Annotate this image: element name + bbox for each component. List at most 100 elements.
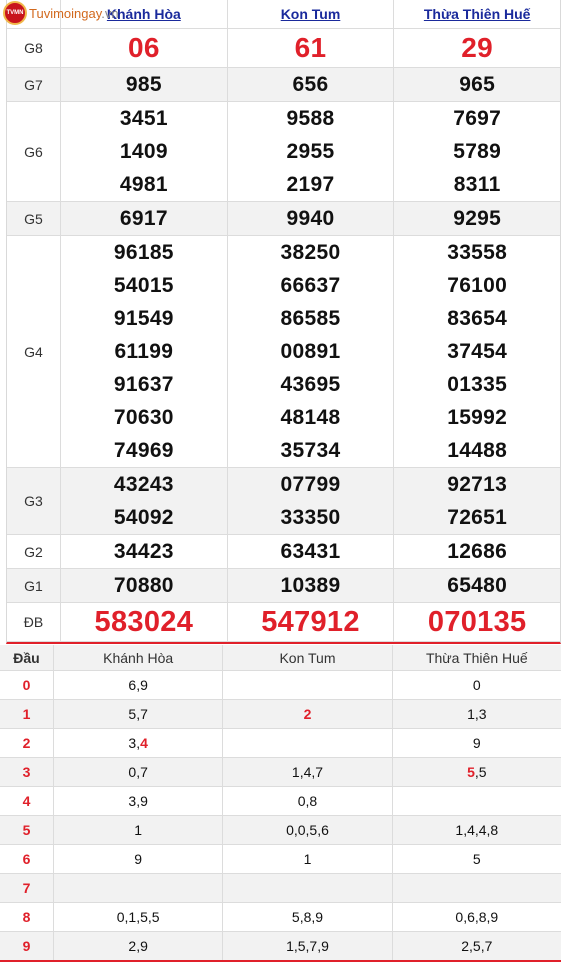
prize-number: 2955 bbox=[286, 140, 335, 163]
dau-value: 0,6,8,9 bbox=[455, 909, 499, 925]
prize-number: 48148 bbox=[280, 406, 341, 429]
prize-number: 15992 bbox=[447, 406, 508, 429]
prize-cell: 92713 72651 bbox=[394, 468, 560, 534]
dau-value: 0,8 bbox=[223, 787, 393, 815]
dau-value: 1 bbox=[54, 816, 224, 844]
prize-number: 74969 bbox=[113, 439, 174, 462]
dau-value bbox=[223, 671, 393, 699]
dau-value: 5,5 bbox=[467, 764, 487, 780]
prize-cell: 9940 bbox=[228, 202, 395, 235]
dau-key: 9 bbox=[0, 932, 54, 960]
prize-cell: 34423 bbox=[61, 535, 228, 568]
prize-label: G4 bbox=[7, 236, 61, 467]
dau-row-6: 691 5 bbox=[0, 845, 561, 874]
dau-value: 1,4,4,8 bbox=[455, 822, 499, 838]
prize-number: 70630 bbox=[113, 406, 174, 429]
dau-row-1: 1 5,7 2 1,3 bbox=[0, 700, 561, 729]
dau-value: 1,4,7 bbox=[223, 758, 393, 786]
prize-number: 29 bbox=[461, 32, 494, 63]
prize-number: 92713 bbox=[447, 473, 508, 496]
dau-row-2: 23,49 bbox=[0, 729, 561, 758]
prize-number: 35734 bbox=[280, 439, 341, 462]
prize-number: 91637 bbox=[113, 373, 174, 396]
prize-number: 7697 bbox=[453, 107, 502, 130]
prize-number: 91549 bbox=[113, 307, 174, 330]
prize-number: 33350 bbox=[280, 506, 341, 529]
prize-row-g8: G8 06 61 29 bbox=[7, 29, 560, 68]
prize-label: G1 bbox=[7, 569, 61, 602]
dau-value: 5,7 bbox=[54, 700, 224, 728]
prize-number: 37454 bbox=[447, 340, 508, 363]
prize-cell: 06 bbox=[61, 29, 228, 67]
prize-number: 547912 bbox=[261, 606, 360, 638]
prize-number: 43695 bbox=[280, 373, 341, 396]
prize-number: 070135 bbox=[427, 606, 527, 638]
prize-row-g4: G4 96185 54015 91549 61199 91637 70630 74969 382… bbox=[7, 236, 560, 468]
dau-value bbox=[54, 874, 224, 902]
dau-key: 8 bbox=[0, 903, 54, 931]
prize-cell: 63431 bbox=[228, 535, 395, 568]
dau-key: 7 bbox=[0, 874, 54, 902]
prize-cell: 547912 bbox=[228, 603, 395, 641]
prize-row-g3: G3 43243 54092 07799 33350 92713 72651 bbox=[7, 468, 560, 535]
dau-value: 2,5,7 bbox=[461, 938, 493, 954]
prize-number: 63431 bbox=[280, 540, 341, 563]
prize-number: 9940 bbox=[286, 207, 335, 230]
prize-label: G7 bbox=[7, 68, 61, 101]
prize-number: 4981 bbox=[119, 173, 168, 196]
dau-value: 9 bbox=[54, 845, 224, 873]
prize-number: 54092 bbox=[113, 506, 174, 529]
province-link-kon-tum[interactable]: Kon Tum bbox=[281, 6, 341, 22]
dau-value: 0,0,5,6 bbox=[223, 816, 393, 844]
dau-value: 0 bbox=[472, 677, 481, 693]
prize-row-g6: G6 3451 1409 4981 9588 2955 2197 7697 5789 8311 bbox=[7, 102, 560, 202]
prize-label: G8 bbox=[7, 29, 61, 67]
prize-number: 33558 bbox=[447, 241, 508, 264]
logo-badge-icon: TVMN bbox=[3, 1, 27, 25]
logo-text: Tuvimoingay.vn bbox=[29, 5, 119, 21]
prize-cell: 38250 66637 86585 00891 43695 48148 35734 bbox=[228, 236, 395, 467]
site-logo[interactable]: TVMN Tuvimoingay.vn bbox=[3, 1, 119, 25]
prize-number: 43243 bbox=[113, 473, 174, 496]
dau-key: 0 bbox=[0, 671, 54, 699]
dau-value bbox=[223, 874, 393, 902]
prize-number: 83654 bbox=[447, 307, 508, 330]
prize-number: 34423 bbox=[113, 540, 174, 563]
prize-label: G6 bbox=[7, 102, 61, 201]
prize-label: G3 bbox=[7, 468, 61, 534]
prize-cell: 12686 bbox=[394, 535, 560, 568]
dau-value: 5 bbox=[472, 851, 481, 867]
dau-value: 3,4 bbox=[54, 729, 224, 757]
dau-header-kon-tum: Kon Tum bbox=[223, 645, 393, 670]
prize-cell: 070135 bbox=[394, 603, 560, 641]
prize-cell: 583024 bbox=[61, 603, 228, 641]
dau-header-thua-thien-hue: Thừa Thiên Huế bbox=[425, 649, 528, 666]
prize-label: G5 bbox=[7, 202, 61, 235]
prize-number: 965 bbox=[459, 73, 496, 96]
dau-key: 6 bbox=[0, 845, 54, 873]
prize-number: 61 bbox=[294, 32, 327, 63]
dau-value: 0,7 bbox=[54, 758, 224, 786]
province-header: Thừa Thiên Huế bbox=[394, 0, 560, 28]
logo-cell: TVMN Tuvimoingay.vn bbox=[3, 0, 119, 28]
dau-value bbox=[223, 729, 393, 757]
prize-row-g2: G2 34423 63431 12686 bbox=[7, 535, 560, 569]
prize-cell: 33558 76100 83654 37454 01335 15992 14488 bbox=[394, 236, 560, 467]
dau-row-7: 7 bbox=[0, 874, 561, 903]
prize-number: 07799 bbox=[280, 473, 341, 496]
dau-value: 0,1,5,5 bbox=[54, 903, 224, 931]
results-table: TVMN Tuvimoingay.vn Khánh Hòa Kon Tum Th… bbox=[3, 0, 561, 644]
dau-value: 9 bbox=[472, 735, 481, 751]
prize-label: G2 bbox=[7, 535, 61, 568]
prize-number: 14488 bbox=[447, 439, 508, 462]
prize-row-g5: G5 6917 9940 9295 bbox=[7, 202, 560, 236]
prize-number: 70880 bbox=[113, 574, 174, 597]
prize-number: 86585 bbox=[280, 307, 341, 330]
dau-table-header: Đầu Khánh Hòa Kon Tum Thừa Thiên Huế bbox=[0, 645, 561, 671]
prize-number: 38250 bbox=[280, 241, 341, 264]
province-link-thua-thien-hue[interactable]: Thừa Thiên Huế bbox=[424, 6, 531, 22]
dau-row-3: 3 0,7 1,4,7 5, 5 bbox=[0, 758, 561, 787]
dau-key: 5 bbox=[0, 816, 54, 844]
prize-number: 10389 bbox=[280, 574, 341, 597]
dau-value: 1,5,7,9 bbox=[223, 932, 393, 960]
